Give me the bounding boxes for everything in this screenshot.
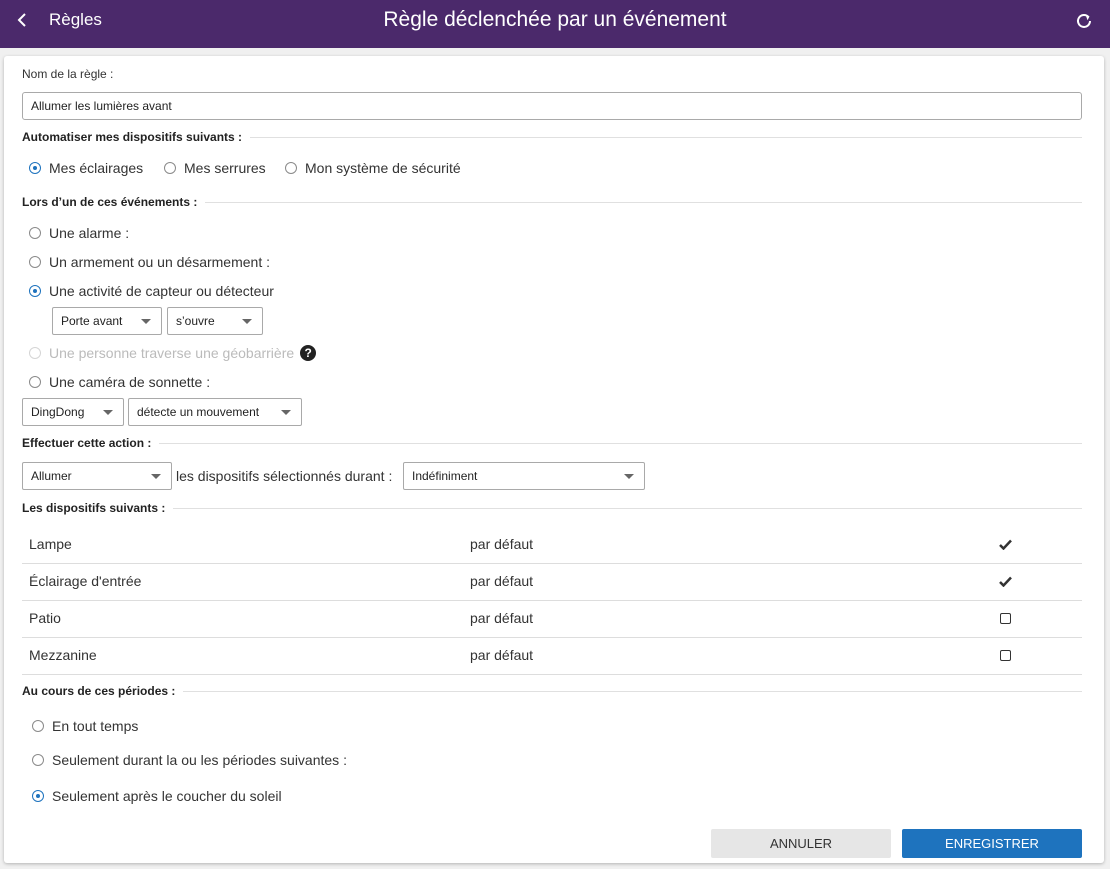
radio-event-sensor[interactable]: Une activité de capteur ou détecteur [29,283,274,299]
device-mode: par défaut [470,536,534,552]
section-divider [173,507,1082,509]
radio-period-always[interactable]: En tout temps [32,718,138,734]
radio-indicator [32,720,44,732]
radio-locks[interactable]: Mes serrures [164,160,266,176]
event-sensor-label: Une activité de capteur ou détecteur [49,283,274,299]
sensor-action-value: s’ouvre [176,314,215,328]
device-name: Éclairage d'entrée [29,573,142,589]
device-checkbox-checked[interactable] [998,537,1012,551]
checkbox-box [999,649,1011,661]
radio-indicator [164,162,176,174]
radio-event-geofence: Une personne traverse une géobarrière? [29,345,317,361]
radio-event-doorbell[interactable]: Une caméra de sonnette : [29,374,210,390]
checkmark-icon [998,576,1012,587]
device-checkbox[interactable] [998,648,1012,662]
rule-name-label: Nom de la règle : [22,67,114,81]
device-row: Mezzanine par défaut [22,637,1082,675]
top-bar: Règles Règle déclenchée par un événement [0,0,1110,48]
action-select-value: Allumer [31,469,72,483]
action-mid-text: les dispositifs sélectionnés durant : [176,468,393,484]
caret-down-icon [103,410,113,415]
section-divider [250,136,1082,138]
save-button[interactable]: ENREGISTRER [902,829,1082,858]
device-checkbox[interactable] [998,611,1012,625]
doorbell-action-value: détecte un mouvement [137,405,260,419]
period-schedules-label: Seulement durant la ou les périodes suiv… [52,752,347,768]
periods-section-title: Au cours de ces périodes : [22,684,176,698]
doorbell-select-value: DingDong [31,405,85,419]
section-divider [159,442,1082,444]
caret-down-icon [624,474,634,479]
section-divider [183,690,1082,692]
radio-locks-label: Mes serrures [184,160,266,176]
device-name: Patio [29,610,61,626]
checkmark-icon [998,539,1012,550]
period-sunset-label: Seulement après le coucher du soleil [52,788,282,804]
period-always-label: En tout temps [52,718,139,734]
radio-indicator [29,256,41,268]
page-title: Règle déclenchée par un événement [383,8,727,31]
caret-down-icon [281,410,291,415]
radio-indicator-disabled [29,347,41,359]
radio-period-sunset[interactable]: Seulement après le coucher du soleil [32,788,282,804]
cancel-button[interactable]: ANNULER [711,829,891,858]
radio-event-arming[interactable]: Un armement ou un désarmement : [29,254,270,270]
help-icon[interactable]: ? [300,345,317,361]
events-section-header: Lors d’un de ces événements : [22,194,1082,210]
radio-lighting[interactable]: Mes éclairages [29,160,143,176]
caret-down-icon [141,319,151,324]
action-select[interactable]: Allumer [22,462,172,490]
radio-indicator-selected [32,790,44,802]
sensor-select-value: Porte avant [61,314,123,328]
radio-indicator [29,227,41,239]
events-section-title: Lors d’un de ces événements : [22,195,198,209]
radio-indicator [32,754,44,766]
caret-down-icon [242,319,252,324]
device-mode: par défaut [470,573,534,589]
radio-indicator-selected [29,162,41,174]
action-section-header: Effectuer cette action : [22,435,1082,451]
device-row: Patio par défaut [22,600,1082,638]
refresh-icon[interactable] [1073,10,1095,32]
periods-section-header: Au cours de ces périodes : [22,683,1082,699]
section-divider [205,201,1082,203]
device-name: Lampe [29,536,72,552]
event-alarm-label: Une alarme : [49,225,130,241]
device-name: Mezzanine [29,647,97,663]
radio-period-schedules[interactable]: Seulement durant la ou les périodes suiv… [32,752,347,768]
devices-section-title: Les dispositifs suivants : [22,501,166,515]
device-checkbox-checked[interactable] [998,574,1012,588]
event-arming-label: Un armement ou un désarmement : [49,254,270,270]
radio-indicator [29,376,41,388]
radio-event-alarm[interactable]: Une alarme : [29,225,129,241]
devices-section-header: Les dispositifs suivants : [22,500,1082,516]
radio-security-label: Mon système de sécurité [305,160,461,176]
duration-select-value: Indéfiniment [412,469,478,483]
checkbox-box [999,612,1011,624]
sensor-action-select[interactable]: s’ouvre [167,307,263,335]
action-section-title: Effectuer cette action : [22,436,152,450]
event-geofence-label: Une personne traverse une géobarrière [49,345,295,361]
duration-select[interactable]: Indéfiniment [403,462,645,490]
device-row: Lampe par défaut [22,526,1082,564]
automate-section-header: Automatiser mes dispositifs suivants : [22,129,1082,145]
radio-lighting-label: Mes éclairages [49,160,144,176]
event-doorbell-label: Une caméra de sonnette : [49,374,211,390]
sensor-select[interactable]: Porte avant [52,307,162,335]
rule-form-card: Nom de la règle : Allumer les lumières a… [4,56,1104,863]
caret-down-icon [151,474,161,479]
device-row: Éclairage d'entrée par défaut [22,563,1082,601]
radio-indicator-selected [29,285,41,297]
doorbell-select[interactable]: DingDong [22,398,124,426]
doorbell-action-select[interactable]: détecte un mouvement [128,398,302,426]
radio-security-system[interactable]: Mon système de sécurité [285,160,461,176]
rule-name-input[interactable]: Allumer les lumières avant [22,92,1082,120]
device-mode: par défaut [470,647,534,663]
device-mode: par défaut [470,610,534,626]
radio-indicator [285,162,297,174]
automate-section-title: Automatiser mes dispositifs suivants : [22,130,243,144]
